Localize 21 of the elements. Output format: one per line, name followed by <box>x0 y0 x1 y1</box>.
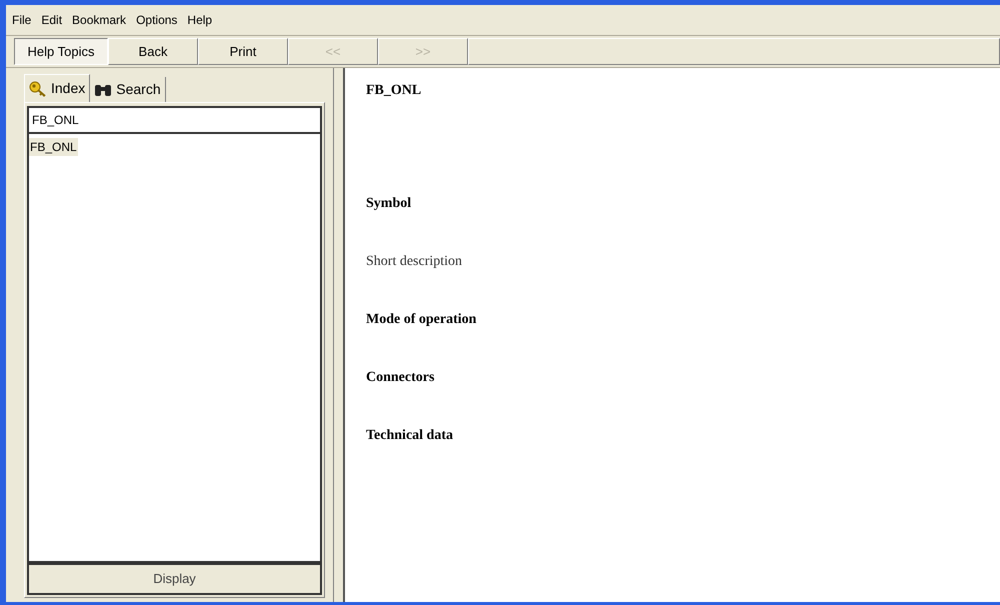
section-heading: Technical data <box>366 427 453 445</box>
section-heading: FB_ONL <box>366 82 422 100</box>
menu-item[interactable]: Bookmark <box>72 11 126 29</box>
binoculars-icon <box>94 82 112 96</box>
key-icon <box>29 80 47 96</box>
menu-item[interactable]: File <box>12 11 32 29</box>
body-text: Short description <box>366 253 462 271</box>
section-heading: Symbol <box>366 195 412 213</box>
menu-item[interactable]: Options <box>136 11 178 29</box>
toolbar-button[interactable]: Back <box>108 38 198 65</box>
tab[interactable]: Index <box>24 74 90 102</box>
toolbar-button[interactable]: Help Topics <box>14 38 108 65</box>
index-list-item[interactable]: FB_ONL <box>29 138 78 156</box>
section-heading: Connectors <box>366 369 434 387</box>
tab[interactable]: Search <box>90 77 166 102</box>
menu-item[interactable]: Edit <box>41 11 62 29</box>
toolbar-button[interactable]: Print <box>198 38 288 65</box>
section-heading: Mode of operation <box>366 311 476 329</box>
menu-item[interactable]: Help <box>187 11 212 29</box>
index-field[interactable]: FB_ONL <box>27 106 322 134</box>
display-button[interactable]: Display <box>27 563 322 595</box>
